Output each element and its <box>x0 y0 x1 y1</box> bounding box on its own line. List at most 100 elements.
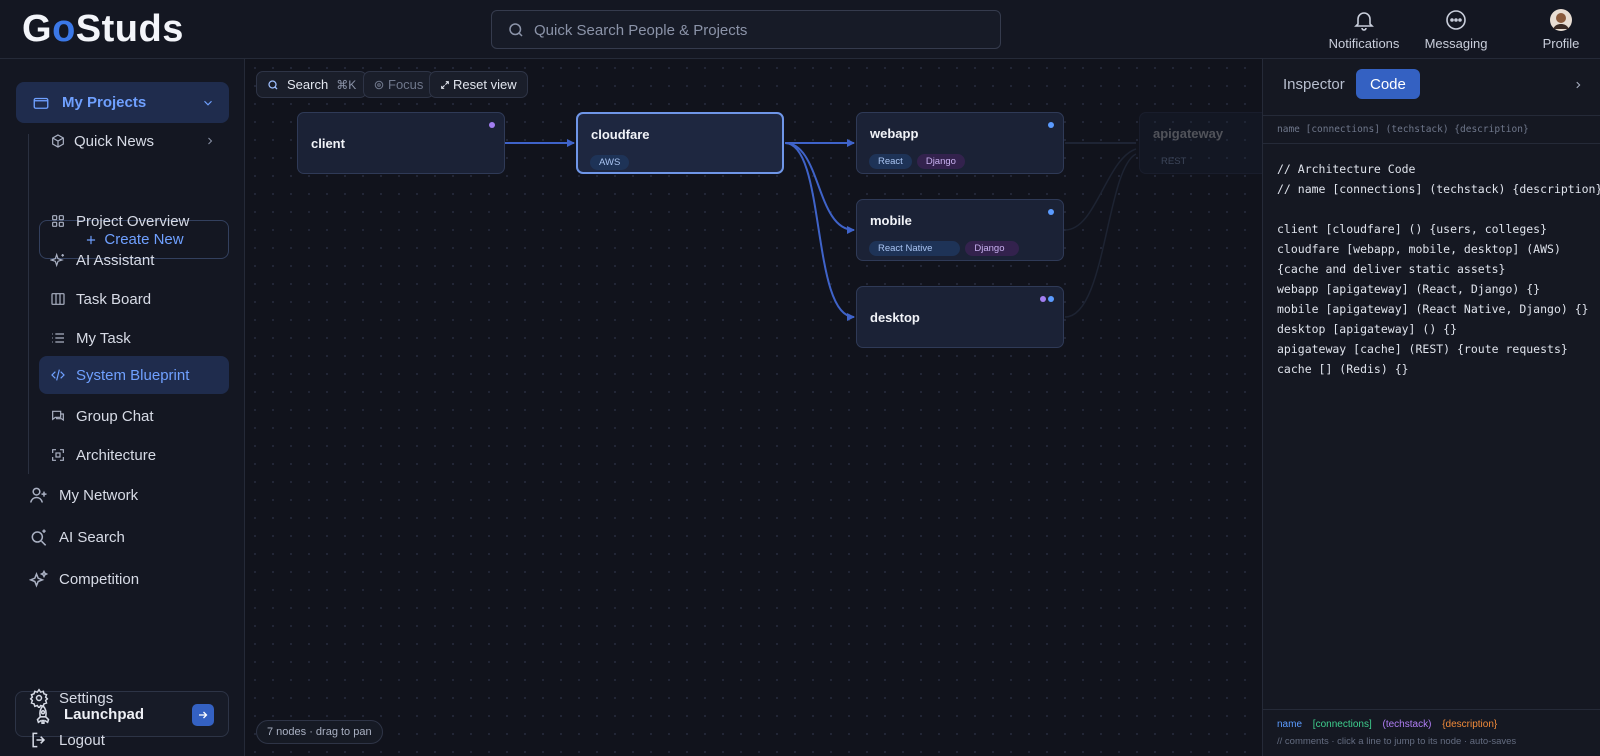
status-dot <box>1048 209 1054 215</box>
code-line[interactable] <box>1277 199 1600 219</box>
code-line[interactable]: // name [connections] (techstack) {descr… <box>1277 179 1600 199</box>
sidebar-item-settings[interactable]: Settings <box>29 685 229 711</box>
sidebar-item-my-projects[interactable]: My Projects <box>16 82 229 123</box>
message-icon <box>1446 10 1466 30</box>
node-name: mobile <box>870 213 912 228</box>
tab-inspector[interactable]: Inspector <box>1269 69 1359 99</box>
gostuds-logo[interactable]: GoStuds <box>22 8 184 51</box>
columns-icon <box>51 293 65 305</box>
node-name: cloudfare <box>591 127 650 142</box>
sidebar-item-label: System Blueprint <box>76 366 190 384</box>
node-name: client <box>311 136 345 151</box>
chat-icon <box>52 410 64 422</box>
notifications-label: Notifications <box>1328 36 1400 51</box>
avatar <box>1550 9 1572 31</box>
code-line[interactable]: cloudfare [webapp, mobile, desktop] (AWS… <box>1277 239 1600 259</box>
sidebar-item-ai-assistant[interactable]: AI Assistant <box>50 248 230 272</box>
code-panel: Inspector Code name [connections] (techs… <box>1262 59 1600 756</box>
tech-tag: AWS <box>590 155 630 170</box>
tech-tag: Django <box>965 241 1019 256</box>
ai-search-icon <box>31 529 47 546</box>
node-client[interactable]: client <box>297 112 505 174</box>
sidebar-item-my-network[interactable]: My Network <box>29 482 229 508</box>
expand-icon <box>52 449 64 461</box>
code-line[interactable]: // Architecture Code <box>1277 159 1600 179</box>
syntax-legend: name [connections] (techstack) {descript… <box>1263 709 1600 756</box>
gear-icon <box>29 688 49 708</box>
edge-cloudfare-desktop <box>784 142 855 321</box>
list-icon <box>52 333 64 343</box>
notifications-button[interactable]: Notifications <box>1328 8 1400 51</box>
sidebar-item-label: Settings <box>59 689 114 707</box>
code-line[interactable]: mobile [apigateway] (React Native, Djang… <box>1277 299 1600 319</box>
sidebar-item-project-overview[interactable]: Project Overview <box>50 209 230 233</box>
syntax-hint: name [connections] (techstack) {descript… <box>1263 115 1600 144</box>
sidebar-item-competition[interactable]: Competition <box>29 566 229 592</box>
node-mobile[interactable]: mobile React Native Django <box>856 199 1064 261</box>
plus-icon <box>87 235 96 244</box>
node-apigateway[interactable]: apigateway REST <box>1139 112 1269 174</box>
legend-connections: [connections] <box>1312 719 1372 730</box>
edge-cloudfare-mobile <box>784 142 855 234</box>
tech-tag: Django <box>916 154 965 169</box>
sidebar-item-label: My Network <box>59 486 139 504</box>
status-dot <box>1048 122 1054 128</box>
search-icon <box>509 23 523 37</box>
sidebar-item-quick-news[interactable]: Quick News <box>50 129 230 153</box>
sidebar-item-architecture[interactable]: Architecture <box>50 443 230 467</box>
code-editor[interactable]: // Architecture Code// name [connections… <box>1277 159 1600 379</box>
node-cloudfare[interactable]: cloudfare AWS <box>576 112 784 174</box>
legend-techstack: (techstack) <box>1382 719 1432 730</box>
edge-faded <box>1064 153 1137 318</box>
sparkles-icon <box>29 569 49 588</box>
code-line[interactable]: client [cloudfare] () {users, colleges} <box>1277 219 1600 239</box>
code-line[interactable]: apigateway [cache] (REST) {route request… <box>1277 339 1600 359</box>
node-desktop[interactable]: desktop <box>856 286 1064 348</box>
node-tags: AWS <box>590 155 630 170</box>
node-tags: React Native Django <box>869 241 1019 256</box>
sidebar-item-logout[interactable]: Logout <box>29 727 229 753</box>
messaging-button[interactable]: Messaging <box>1421 8 1491 51</box>
quick-search-input[interactable]: Quick Search People & Projects <box>491 10 1001 49</box>
blueprint-canvas[interactable]: Search ⌘K Focus Reset view client cloudf… <box>246 59 1269 756</box>
sidebar-item-ai-search[interactable]: AI Search <box>29 524 229 550</box>
node-tags: React Django <box>869 154 965 169</box>
messaging-label: Messaging <box>1424 36 1488 51</box>
sidebar-item-my-task[interactable]: My Task <box>50 326 230 350</box>
sidebar-item-label: My Task <box>76 329 131 347</box>
sidebar-item-system-blueprint[interactable]: System Blueprint <box>39 356 229 394</box>
node-name: webapp <box>870 126 919 141</box>
tech-tag: React <box>869 154 912 169</box>
profile-button[interactable]: Profile <box>1538 8 1584 51</box>
sidebar-item-task-board[interactable]: Task Board <box>50 287 230 311</box>
edge-faded <box>1064 148 1137 231</box>
node-webapp[interactable]: webapp React Django <box>856 112 1064 174</box>
tech-tag: REST <box>1161 156 1187 167</box>
create-new-label: Create New <box>104 231 184 248</box>
quick-news-label: Quick News <box>74 132 155 150</box>
node-name: desktop <box>870 310 920 325</box>
sidebar-item-label: Group Chat <box>76 407 154 425</box>
collapse-panel-icon[interactable] <box>1573 79 1583 91</box>
node-name: apigateway <box>1153 126 1224 141</box>
code-icon <box>51 369 65 381</box>
add-user-icon <box>29 487 47 503</box>
code-line[interactable]: webapp [apigateway] (React, Django) {} <box>1277 279 1600 299</box>
code-line[interactable]: desktop [apigateway] () {} <box>1277 319 1600 339</box>
code-line[interactable]: cache [] (Redis) {} <box>1277 359 1600 379</box>
legend-hint: // comments · click a line to jump to it… <box>1277 736 1517 747</box>
code-line[interactable]: {cache and deliver static assets} <box>1277 259 1600 279</box>
status-dot <box>1040 296 1046 302</box>
tab-code[interactable]: Code <box>1356 69 1420 99</box>
legend-description: {description} <box>1442 719 1498 730</box>
profile-label: Profile <box>1542 36 1580 51</box>
legend-name: name <box>1277 719 1303 730</box>
sidebar-item-label: Task Board <box>76 290 152 308</box>
sparkle-icon <box>50 252 64 268</box>
sidebar-item-group-chat[interactable]: Group Chat <box>50 404 230 428</box>
sidebar-item-label: AI Assistant <box>76 251 155 269</box>
sidebar: My Projects Quick News Create New Projec… <box>0 59 245 756</box>
sidebar-item-label: Architecture <box>76 446 157 464</box>
cube-icon <box>52 134 64 148</box>
canvas-status: 7 nodes · drag to pan <box>256 720 383 744</box>
